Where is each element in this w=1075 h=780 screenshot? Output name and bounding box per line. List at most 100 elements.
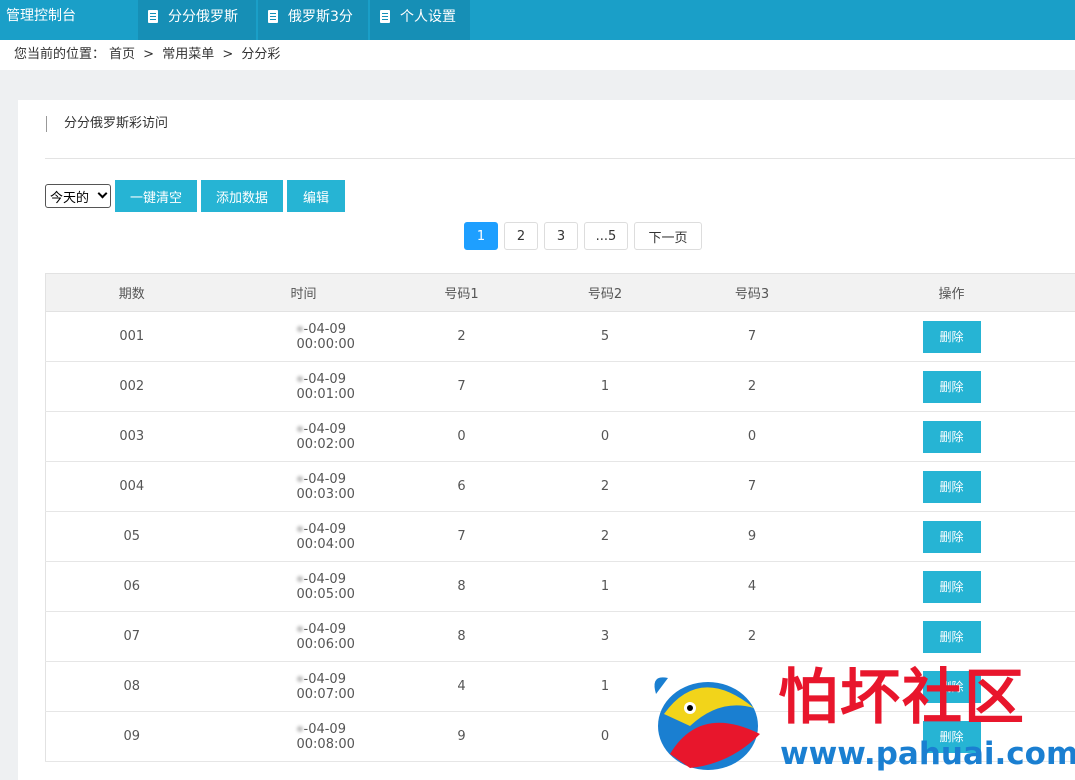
cell-number2: 5 [533, 311, 677, 362]
table-row: 001 -04-09 00:00:00 2 5 7 删除 [45, 311, 1075, 362]
table-row: 05 -04-09 00:04:00 7 2 9 删除 [45, 511, 1075, 562]
cell-number2: 0 [533, 411, 677, 462]
time-text: -04-09 00:01:00 [296, 371, 355, 402]
time-text: -04-09 00:04:00 [296, 521, 355, 552]
cell-number1: 7 [389, 511, 534, 562]
time-text: -04-09 00:06:00 [296, 621, 355, 652]
cell-number3: 2 [676, 611, 828, 662]
breadcrumb-common-menu[interactable]: 常用菜单 [162, 47, 214, 62]
cell-number3: 4 [676, 561, 828, 612]
cell-period: 05 [45, 511, 218, 562]
top-bar: 管理控制台 分分俄罗斯 俄罗斯3分 个人设置 [0, 0, 1075, 40]
chevron-down-icon [97, 188, 108, 199]
cell-number3: 0 [676, 411, 828, 462]
breadcrumb-separator: > [222, 47, 234, 62]
cell-number1: 2 [389, 311, 534, 362]
cell-actions: 删除 [827, 411, 1075, 462]
col-header-actions: 操作 [827, 273, 1075, 312]
table-row: 06 -04-09 00:05:00 8 1 4 删除 [45, 561, 1075, 612]
table-row: 07 -04-09 00:06:00 8 3 2 删除 [45, 611, 1075, 662]
tab-label: 个人设置 [400, 9, 456, 25]
col-header-period: 期数 [45, 273, 218, 312]
tab-russia-3min[interactable]: 俄罗斯3分 [258, 0, 368, 40]
table-row: 002 -04-09 00:01:00 7 1 2 删除 [45, 361, 1075, 412]
cell-number1: 6 [389, 461, 534, 512]
cell-time: -04-09 00:04:00 [217, 511, 390, 562]
cell-number1: 4 [389, 661, 534, 712]
breadcrumb-separator: > [143, 47, 155, 62]
breadcrumb-current: 分分彩 [241, 47, 281, 62]
cell-actions: 删除 [827, 511, 1075, 562]
cell-time: -04-09 00:00:00 [217, 311, 390, 362]
delete-button[interactable]: 删除 [922, 420, 981, 453]
time-text: -04-09 00:05:00 [296, 571, 355, 602]
col-header-number1: 号码1 [389, 273, 534, 312]
cell-number3: 7 [676, 311, 828, 362]
delete-button[interactable]: 删除 [922, 370, 981, 403]
clear-all-button[interactable]: 一键清空 [115, 180, 197, 212]
time-text: -04-09 00:08:00 [296, 721, 355, 752]
col-header-time: 时间 [217, 273, 390, 312]
col-header-number3: 号码3 [676, 273, 828, 312]
redacted-year [296, 526, 303, 532]
time-text: -04-09 00:07:00 [296, 671, 355, 702]
cell-actions: 删除 [827, 361, 1075, 412]
breadcrumb-home[interactable]: 首页 [109, 47, 135, 62]
col-header-number2: 号码2 [533, 273, 677, 312]
document-icon [268, 9, 278, 23]
cell-number2: 1 [533, 561, 677, 612]
cell-period: 001 [45, 311, 218, 362]
redacted-year [296, 726, 303, 732]
redacted-year [296, 676, 303, 682]
document-icon [380, 9, 390, 23]
cell-period: 06 [45, 561, 218, 612]
watermark-url: www.pahuai.com [780, 736, 1075, 772]
cell-time: -04-09 00:03:00 [217, 461, 390, 512]
delete-button[interactable]: 删除 [922, 620, 981, 653]
cell-number3: 2 [676, 361, 828, 412]
cell-period: 08 [45, 661, 218, 712]
cell-period: 004 [45, 461, 218, 512]
delete-button[interactable]: 删除 [922, 570, 981, 603]
delete-button[interactable]: 删除 [922, 470, 981, 503]
delete-button[interactable]: 删除 [922, 320, 981, 353]
cell-actions: 删除 [827, 561, 1075, 612]
add-data-button[interactable]: 添加数据 [201, 180, 283, 212]
date-filter-select[interactable]: 今天的 [45, 184, 111, 208]
tab-label: 俄罗斯3分 [288, 9, 353, 25]
tab-personal-settings[interactable]: 个人设置 [370, 0, 470, 40]
redacted-year [296, 326, 303, 332]
panel-title: 分分俄罗斯彩访问 [46, 116, 168, 132]
redacted-year [296, 576, 303, 582]
cell-number1: 8 [389, 611, 534, 662]
delete-button[interactable]: 删除 [922, 520, 981, 553]
next-page-button[interactable]: 下一页 [634, 222, 702, 250]
page-2[interactable]: 2 [504, 222, 538, 250]
page-3[interactable]: 3 [544, 222, 578, 250]
table-row: 004 -04-09 00:03:00 6 2 7 删除 [45, 461, 1075, 512]
cell-actions: 删除 [827, 611, 1075, 662]
pagination: 1 2 3 ...5 下一页 [464, 222, 708, 250]
cell-time: -04-09 00:01:00 [217, 361, 390, 412]
watermark-title: 怕坏社区 [778, 663, 1026, 733]
cell-number2: 2 [533, 461, 677, 512]
page-1[interactable]: 1 [464, 222, 498, 250]
edit-button[interactable]: 编辑 [287, 180, 345, 212]
table-row: 003 -04-09 00:02:00 0 0 0 删除 [45, 411, 1075, 462]
cell-period: 002 [45, 361, 218, 412]
cell-number3: 7 [676, 461, 828, 512]
divider [45, 158, 1075, 159]
time-text: -04-09 00:02:00 [296, 421, 355, 452]
tab-label: 分分俄罗斯 [168, 9, 238, 25]
page-5[interactable]: ...5 [584, 222, 628, 250]
cell-time: -04-09 00:07:00 [217, 661, 390, 712]
time-text: -04-09 00:03:00 [296, 471, 355, 502]
app-brand[interactable]: 管理控制台 [6, 0, 76, 32]
cell-period: 07 [45, 611, 218, 662]
redacted-year [296, 626, 303, 632]
tab-fenfen-russia[interactable]: 分分俄罗斯 [138, 0, 256, 40]
nav-tabs: 分分俄罗斯 俄罗斯3分 个人设置 [138, 0, 472, 40]
cell-number3: 9 [676, 511, 828, 562]
cell-number1: 8 [389, 561, 534, 612]
cell-actions: 删除 [827, 461, 1075, 512]
